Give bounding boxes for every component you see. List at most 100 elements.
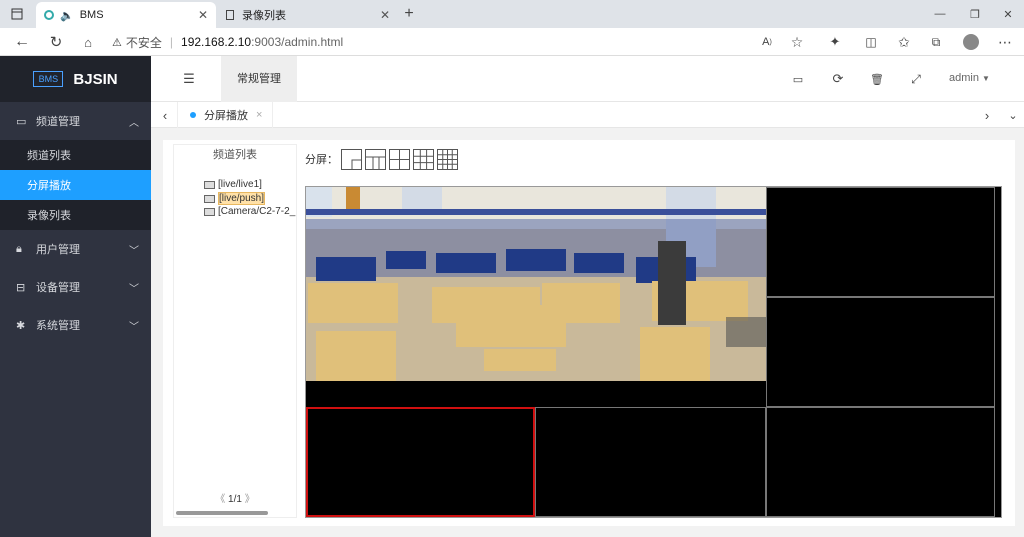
close-window-button[interactable]: ✕ (998, 4, 1018, 24)
browser-tab-bms[interactable]: 🔈 BMS ✕ (36, 2, 216, 28)
page-tab-split-play[interactable]: 分屏播放 × (177, 102, 273, 128)
menu-label: 录像列表 (27, 210, 71, 222)
split-label: 分屏： (305, 154, 338, 166)
tree-pager: 《 1/1 》 (174, 490, 296, 505)
camera-icon (204, 194, 215, 203)
url-path: :9003/admin.html (251, 35, 344, 49)
monitor-icon[interactable]: ▭ (789, 70, 807, 88)
menu-device-management[interactable]: ⊟ 设备管理 ﹀ (0, 268, 151, 306)
browser-tab-recordings[interactable]: 录像列表 ✕ (218, 2, 398, 28)
trash-icon[interactable]: 🗑︎ (868, 70, 886, 88)
home-icon[interactable]: ⌂ (78, 32, 98, 52)
menu-channel-management[interactable]: ▭ 频道管理 ︿ (0, 102, 151, 140)
tab-actions-icon[interactable] (8, 5, 26, 23)
camera-icon (204, 180, 215, 189)
channel-tree: 频道列表 [live/live1] [live/push] [Camera/C2… (173, 144, 297, 518)
classroom-video-frame (306, 187, 766, 381)
menu-label: 频道列表 (27, 150, 71, 162)
active-dot (190, 112, 196, 118)
layout-4-button[interactable] (365, 148, 386, 170)
url-host: 192.168.2.10 (181, 35, 252, 49)
profile-avatar[interactable] (962, 33, 980, 51)
chevron-left-icon[interactable]: ‹ (155, 105, 175, 125)
restore-button[interactable]: ❐ (965, 4, 985, 24)
close-tab-icon[interactable]: ✕ (380, 8, 390, 22)
video-cell-6[interactable] (766, 407, 995, 517)
collections-icon[interactable]: ⧉ (927, 33, 945, 51)
chevron-down-icon: ﹀ (129, 245, 139, 257)
video-cell-active[interactable] (306, 407, 535, 517)
menu-toggle-icon[interactable]: ☰ (179, 69, 199, 89)
separator: | (169, 35, 174, 49)
split-screen-icon[interactable]: ◫ (862, 33, 880, 51)
video-cell-5[interactable] (535, 407, 766, 517)
favicon-icon (44, 10, 54, 20)
tree-node[interactable]: [Camera/C2-7-2_ (204, 206, 295, 217)
minimize-button[interactable]: — (930, 4, 950, 24)
next-page-icon[interactable]: 》 (245, 494, 255, 505)
lock-icon: 🔒︎ (16, 242, 22, 255)
address-toolbar: ← ↻ ⌂ ⚠ 不安全 | 192.168.2.10 :9003/admin.h… (0, 28, 1024, 56)
node-label: [Camera/C2-7-2_ (218, 206, 296, 217)
warning-icon: ⚠ (112, 36, 122, 49)
insecure-label: 不安全 (125, 35, 162, 50)
video-cell-main[interactable] (306, 187, 766, 407)
favorite-icon[interactable]: ☆ (788, 33, 806, 51)
node-label: [live/live1] (218, 179, 262, 190)
sidebar: BMS BJSIN ▭ 频道管理 ︿ 频道列表 分屏播放 录像列表 🔒︎ 用户管… (0, 56, 151, 537)
brand-name: BJSIN (73, 70, 118, 88)
extensions-icon[interactable]: ✦ (826, 33, 844, 51)
video-cell-2[interactable] (766, 187, 995, 297)
split-play-card: 频道列表 [live/live1] [live/push] [Camera/C2… (163, 140, 1015, 526)
video-grid (305, 186, 1002, 518)
device-icon: ⊟ (16, 281, 26, 294)
page-icon (226, 10, 234, 20)
horizontal-scrollbar[interactable] (176, 511, 268, 515)
page-indicator: 1/1 (228, 494, 242, 505)
layout-9-button[interactable] (413, 148, 434, 170)
user-name: admin (949, 72, 979, 84)
video-cell-3[interactable] (766, 297, 995, 407)
reload-icon[interactable]: ↻ (46, 32, 66, 52)
gear-icon: ✱ (16, 319, 26, 332)
app-header: ☰ 常规管理 ▭ ⟳ 🗑︎ ⤢ admin ▼ (151, 56, 1024, 102)
browser-tab-bar: 🔈 BMS ✕ 录像列表 ✕ + — ❐ ✕ (0, 0, 1024, 28)
layout-1-button[interactable] (341, 148, 362, 170)
new-tab-button[interactable]: + (400, 4, 418, 24)
menu-label: 分屏播放 (27, 180, 71, 192)
more-icon[interactable]: ⋯ (996, 33, 1014, 51)
page-tab-label: 分屏播放 (204, 110, 248, 122)
back-icon[interactable]: ← (12, 32, 32, 52)
sidebar-item-channel-list[interactable]: 频道列表 (0, 140, 151, 170)
audio-icon[interactable]: 🔈 (60, 9, 74, 22)
menu-system-management[interactable]: ✱ 系统管理 ﹀ (0, 306, 151, 344)
node-label: [live/push] (218, 192, 266, 205)
fullscreen-icon[interactable]: ⤢ (907, 70, 925, 88)
tab-title: BMS (79, 9, 104, 21)
nav-general-management[interactable]: 常规管理 (221, 56, 297, 102)
caret-down-icon: ▼ (982, 74, 990, 83)
chevron-down-icon[interactable]: ⌄ (1003, 105, 1023, 125)
refresh-icon[interactable]: ⟳ (829, 70, 847, 88)
chevron-down-icon: ﹀ (129, 283, 139, 295)
tree-node[interactable]: [live/live1] (204, 179, 262, 190)
prev-page-icon[interactable]: 《 (215, 494, 225, 505)
page-tabs: ‹ 分屏播放 × › ⌄ (151, 102, 1024, 128)
tree-title: 频道列表 (213, 149, 257, 161)
close-icon[interactable]: × (256, 109, 262, 121)
favorites-icon[interactable]: ✩ (895, 33, 913, 51)
layout-4-cross-button[interactable] (389, 148, 410, 170)
sidebar-item-recordings[interactable]: 录像列表 (0, 200, 151, 230)
url-bar[interactable]: ⚠ 不安全 | 192.168.2.10 :9003/admin.html (112, 31, 822, 53)
logo: BMS BJSIN (0, 56, 151, 102)
sidebar-item-split-play[interactable]: 分屏播放 (0, 170, 151, 200)
chevron-right-icon[interactable]: › (977, 105, 997, 125)
layout-16-button[interactable] (437, 148, 458, 170)
close-tab-icon[interactable]: ✕ (198, 8, 208, 22)
menu-user-management[interactable]: 🔒︎ 用户管理 ﹀ (0, 230, 151, 268)
menu-label: 系统管理 (36, 320, 80, 332)
user-menu[interactable]: admin ▼ (949, 72, 990, 84)
menu-label: 频道管理 (36, 116, 80, 128)
tree-node-selected[interactable]: [live/push] (204, 192, 266, 205)
read-aloud-icon[interactable]: A) (758, 33, 776, 51)
